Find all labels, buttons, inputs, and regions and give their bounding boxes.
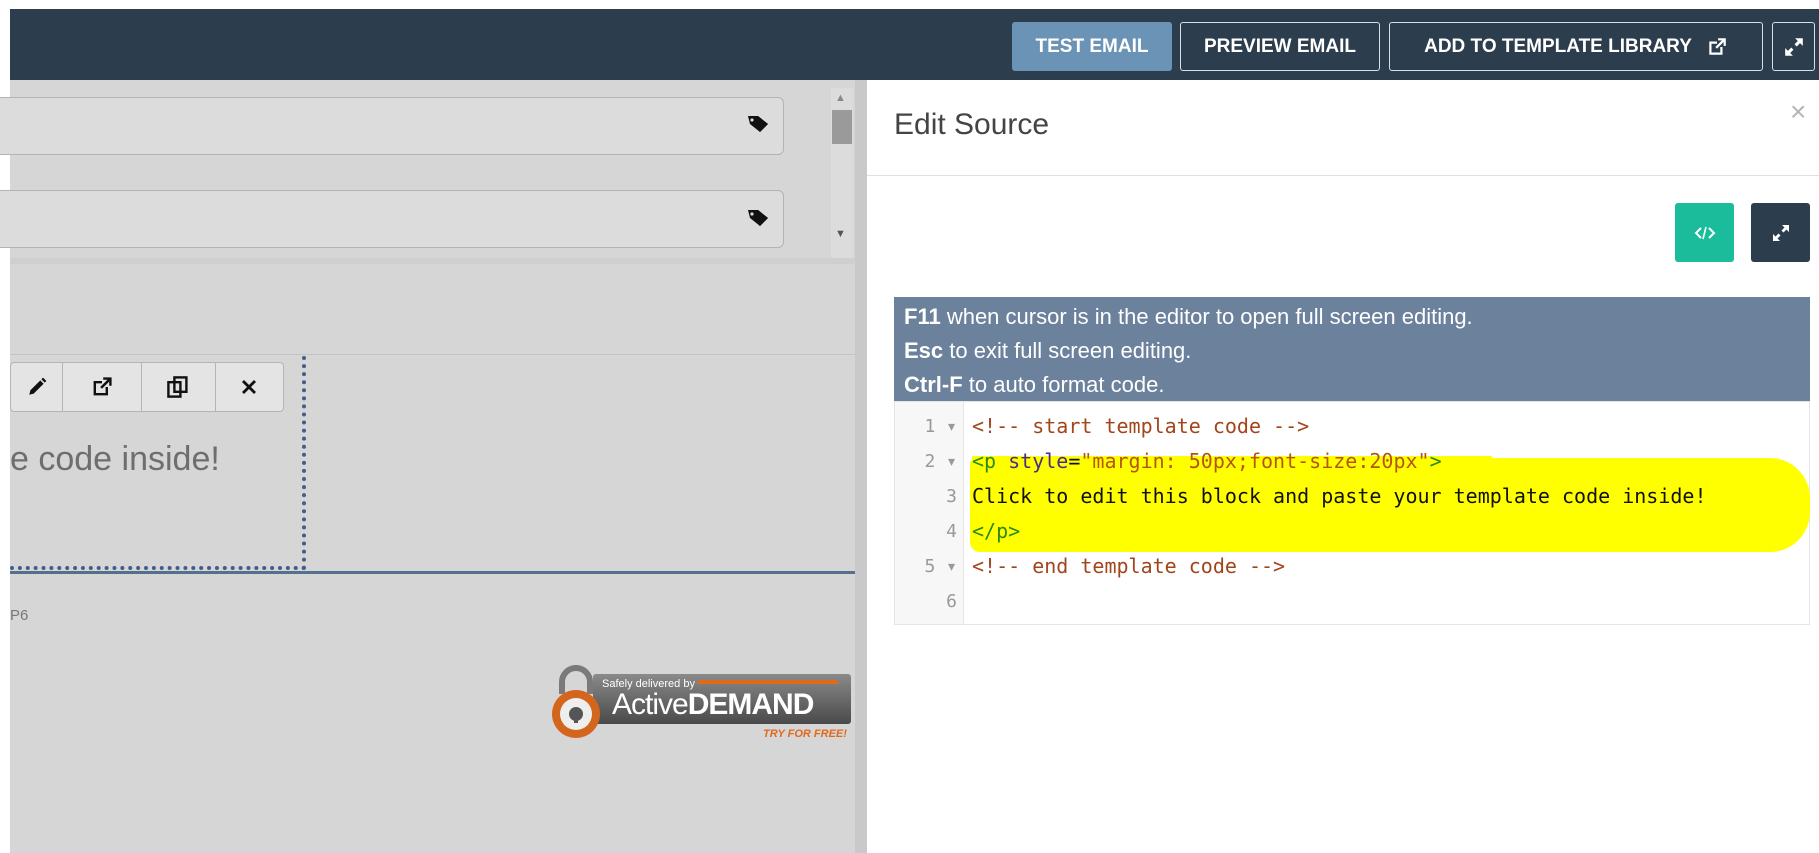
shortcut-line: Esc to exit full screen editing. [904, 334, 1800, 368]
expand-icon [1772, 224, 1789, 241]
badge-brand-a: Active [612, 688, 689, 721]
add-to-template-library-button[interactable]: ADD TO TEMPLATE LIBRARY [1389, 22, 1763, 71]
code-token: > [1429, 449, 1442, 473]
scroll-up-arrow[interactable]: ▲ [835, 92, 846, 104]
badge-brand: ActiveDEMAND [612, 688, 815, 722]
line-number: 4 [946, 521, 957, 542]
scroll-thumb[interactable] [832, 110, 852, 144]
external-link-icon [1709, 37, 1726, 55]
add-to-library-label: ADD TO TEMPLATE LIBRARY [1424, 35, 1692, 57]
footer-code: P6 [10, 607, 29, 624]
code-icon [1694, 226, 1715, 239]
code-token: "margin: 50px;font-size:20px" [1080, 449, 1430, 473]
row-divider [10, 354, 855, 355]
shortcut-text: to exit full screen editing. [943, 338, 1192, 363]
shortcut-line: F11 when cursor is in the editor to open… [904, 300, 1800, 334]
subject-field[interactable] [0, 97, 784, 155]
line-number: 6 [946, 591, 957, 612]
footer-rule [10, 571, 855, 574]
shortcut-text: when cursor is in the editor to open ful… [940, 304, 1473, 329]
line-number: 1 ▾ [924, 416, 957, 437]
code-line[interactable]: </p> [972, 514, 1020, 549]
test-email-button[interactable]: TEST EMAIL [1012, 22, 1172, 71]
close-icon [242, 380, 257, 394]
shortcut-key: F11 [904, 304, 941, 329]
panel-header-rule [867, 175, 1819, 176]
editor-shortcuts-info: F11 when cursor is in the editor to open… [894, 297, 1810, 401]
preview-email-label: PREVIEW EMAIL [1203, 35, 1356, 57]
code-token: <!-- end template code --> [972, 554, 1286, 578]
code-line[interactable]: <!-- end template code --> [972, 549, 1285, 584]
scroll-down-arrow[interactable]: ▼ [835, 228, 846, 240]
tag-icon[interactable] [746, 207, 772, 234]
test-email-label: TEST EMAIL [1035, 35, 1149, 57]
activedemand-badge[interactable]: Safely delivered by ActiveDEMAND TRY FOR… [548, 664, 853, 746]
shortcut-key: Esc [904, 338, 944, 363]
format-code-button[interactable] [1675, 203, 1734, 262]
preheader-field[interactable] [0, 190, 784, 248]
badge-brand-b: DEMAND [687, 688, 815, 721]
line-number: 3 [946, 486, 957, 507]
code-line[interactable]: Click to edit this block and paste your … [972, 479, 1707, 514]
duplicate-block-button[interactable] [142, 363, 216, 411]
edit-block-button[interactable] [11, 363, 64, 411]
fullscreen-top-button[interactable] [1772, 22, 1815, 71]
shortcut-line: Ctrl-F to auto format code. [904, 368, 1800, 402]
code-token: </p> [972, 519, 1021, 543]
preview-email-button[interactable]: PREVIEW EMAIL [1180, 22, 1380, 71]
panel-splitter[interactable] [855, 80, 867, 853]
pencil-icon [29, 377, 47, 395]
badge-swoosh [698, 680, 838, 684]
line-number: 5 ▾ [924, 556, 957, 577]
code-token: = [1068, 449, 1081, 473]
delete-block-button[interactable] [216, 363, 283, 411]
badge-cta: TRY FOR FREE! [763, 728, 847, 740]
code-token: style [996, 449, 1069, 473]
external-link-icon [93, 377, 112, 396]
code-line[interactable]: <p style="margin: 50px;font-size:20px"> [972, 444, 1442, 479]
line-number: 2 ▾ [924, 451, 957, 472]
shortcut-key: Ctrl-F [904, 372, 963, 397]
open-block-button[interactable] [63, 363, 142, 411]
code-token: Click to edit this block and paste your … [972, 484, 1707, 508]
block-preview-text: e code inside! [10, 440, 220, 478]
section-divider [10, 258, 855, 264]
duplicate-icon [167, 376, 188, 398]
code-token: <p [972, 449, 997, 473]
padlock-icon [548, 664, 604, 745]
shortcut-text: to auto format code. [962, 372, 1165, 397]
close-panel-button[interactable]: × [1790, 96, 1806, 128]
vertical-scrollbar[interactable]: ▲ ▼ [831, 88, 853, 258]
fullscreen-editor-button[interactable] [1751, 203, 1810, 262]
code-token: <!-- start template code --> [972, 414, 1310, 438]
expand-icon [1784, 37, 1803, 56]
tag-icon[interactable] [746, 113, 772, 140]
panel-title: Edit Source [894, 108, 1050, 141]
code-line[interactable]: <!-- start template code --> [972, 409, 1309, 444]
block-toolbar [10, 362, 284, 412]
